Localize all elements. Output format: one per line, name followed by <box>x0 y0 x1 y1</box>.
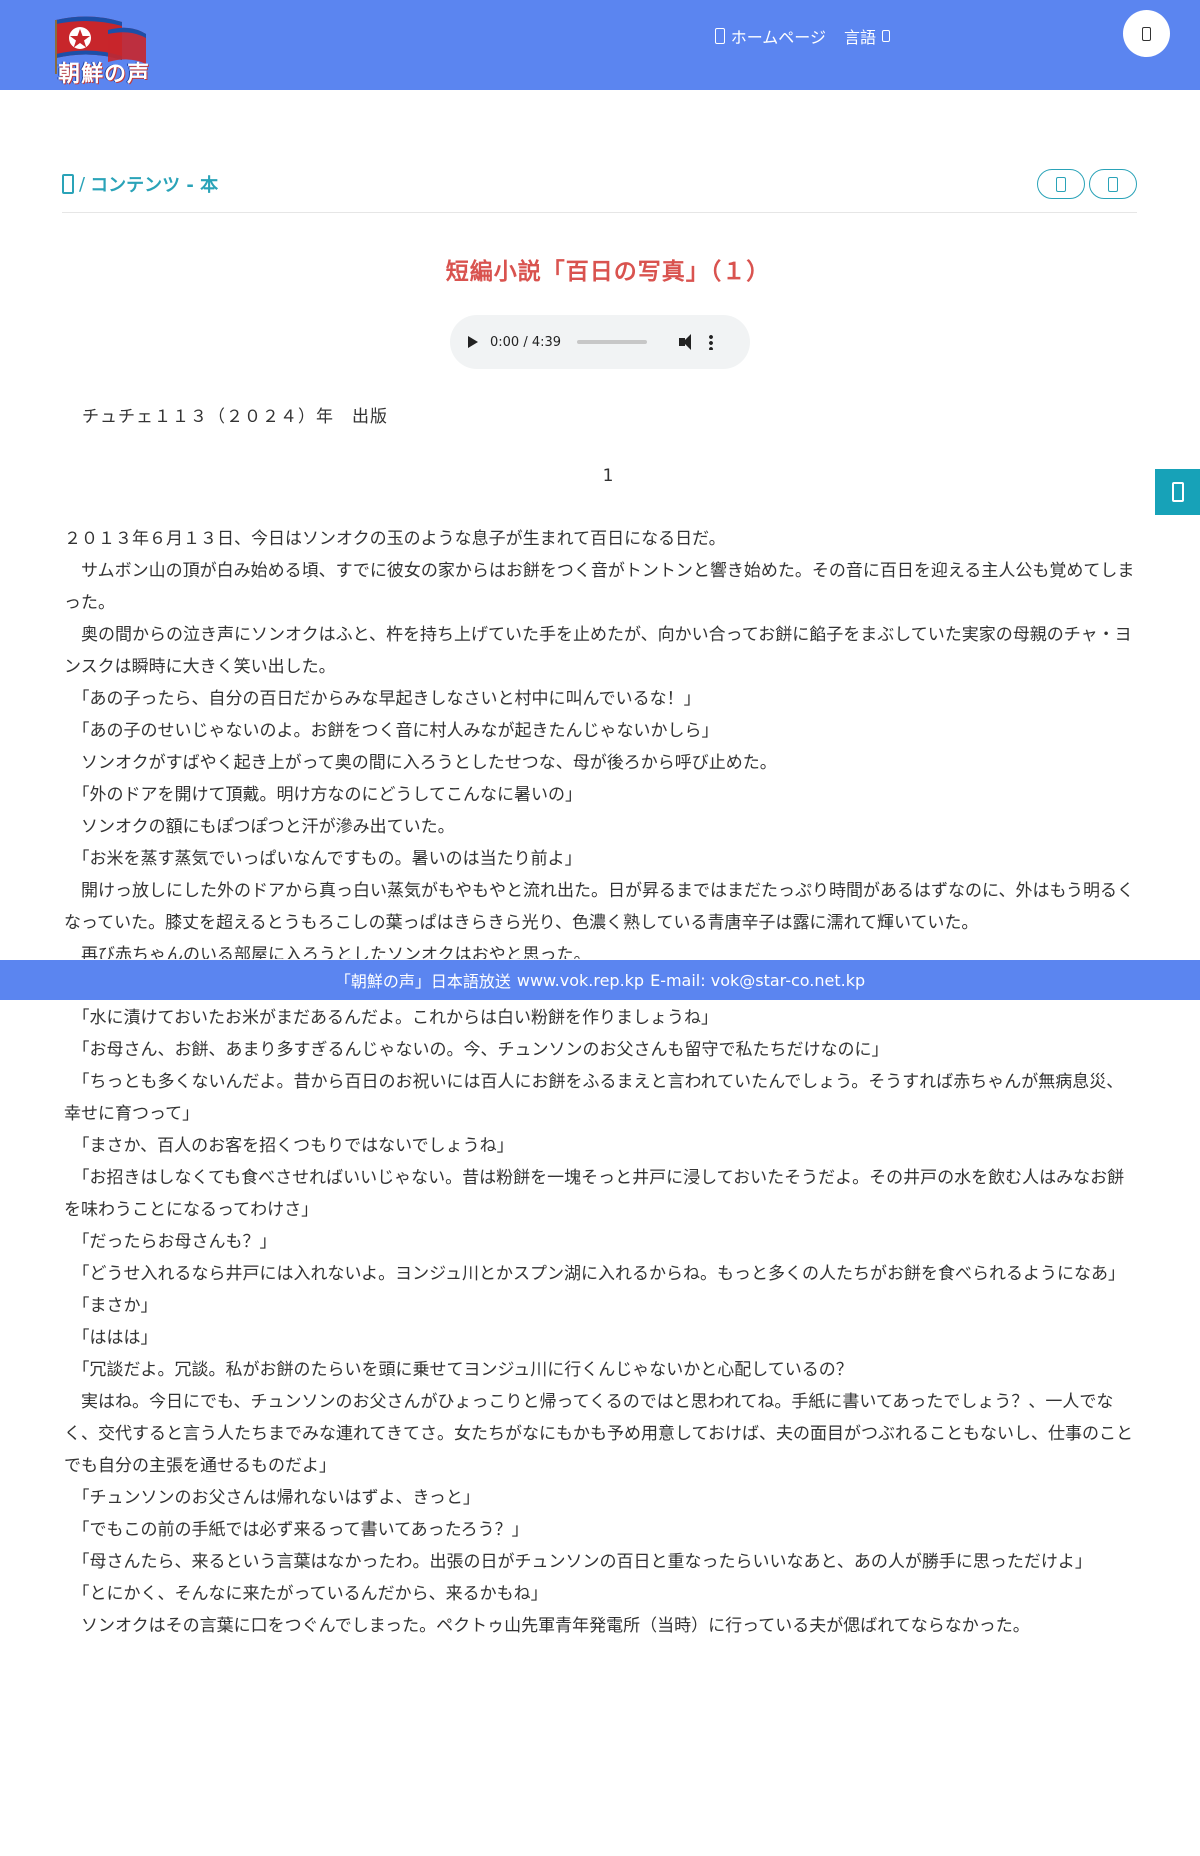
play-icon[interactable] <box>468 336 478 348</box>
body-paragraph: 奥の間からの泣き声にソンオクはふと、杵を持ち上げていた手を止めたが、向かい合って… <box>64 625 1132 677</box>
home-icon[interactable] <box>62 174 74 194</box>
body-paragraph: 「まさか、百人のお客を招くつもりではないでしょうね」 <box>64 1136 514 1156</box>
body-paragraph: ソンオクがすばやく起き上がって奥の間に入ろうとしたせつな、母が後ろから呼び止めた… <box>64 753 777 773</box>
body-paragraph: 「どうせ入れるなら井戸には入れないよ。ヨンジュ川とかスプン湖に入れるからね。もっ… <box>64 1264 1125 1284</box>
body-paragraph: サムボン山の頂が白み始める頃、すでに彼女の家からはお餅をつく音がトントンと響き始… <box>64 561 1135 613</box>
article-body-upper: ２０１３年６月１３日、今日はソンオクの玉のような息子が生まれて百日になる日だ。 … <box>64 523 1136 959</box>
audio-player[interactable]: 0:00 / 4:39 <box>450 315 750 369</box>
breadcrumb: / コンテンツ - 本 <box>62 171 218 197</box>
body-paragraph: 開けっ放しにした外のドアから真っ白い蒸気がもやもやと流れ出た。日が昇るまではまだ… <box>64 881 1134 933</box>
chapter-number: 1 <box>602 466 614 486</box>
previous-article-button[interactable] <box>1037 169 1085 199</box>
article-title: 短編小説「百日の写真」（１） <box>445 259 771 285</box>
logo-text: 朝鮮の声 <box>58 61 151 87</box>
body-paragraph: 「冗談だよ。冗談。私がお餅のたらいを頭に乗せてヨンジュ川に行くんじゃないかと心配… <box>64 1360 853 1380</box>
body-paragraph: 「チュンソンのお父さんは帰れないはずよ、きっと」 <box>64 1488 480 1508</box>
article-body-lower: 「水に漬けておいたお米がまだあるんだよ。これからは白い粉餅を作りましょうね」 「… <box>64 1002 1136 1642</box>
body-paragraph: 「あの子のせいじゃないのよ。お餅をつく音に村人みなが起きたんじゃないかしら」 <box>64 721 719 741</box>
site-logo[interactable]: 朝鮮の声 <box>50 12 170 87</box>
body-paragraph: 「まさか」 <box>64 1296 158 1316</box>
nav-language-menu[interactable]: 言語 <box>844 24 890 48</box>
audio-seek-bar[interactable] <box>577 340 648 344</box>
body-paragraph: 「母さんたら、来るという言葉はなかったわ。出張の日がチュンソンの百日と重なったら… <box>64 1552 1092 1572</box>
body-paragraph: 再び赤ちゃんのいる部屋に入ろうとしたソンオクはおやと思った。 <box>64 945 591 959</box>
article-pager <box>1037 169 1137 199</box>
footer-bar: 「朝鮮の声」日本語放送 www.vok.rep.kp E-mail: vok@s… <box>0 960 1200 1000</box>
body-paragraph: ソンオクはその言葉に口をつぐんでしまった。ペクトゥ山先軍青年発電所（当時）に行っ… <box>64 1616 1030 1636</box>
chevron-right-icon <box>1108 176 1118 192</box>
body-paragraph: 「外のドアを開けて頂戴。明け方なのにどうしてこんなに暑いの」 <box>64 785 582 805</box>
body-paragraph: 「でもこの前の手紙では必ず来るって書いてあったろう？」 <box>64 1520 529 1540</box>
body-paragraph: 「お母さん、お餅、あまり多すぎるんじゃないの。今、チュンソンのお父さんも留守で私… <box>64 1040 889 1060</box>
body-paragraph: 「ははは」 <box>64 1328 158 1348</box>
more-options-icon[interactable] <box>709 334 714 350</box>
footer-site-link[interactable]: www.vok.rep.kp <box>517 971 644 990</box>
home-icon <box>714 28 725 44</box>
body-paragraph: ソンオクの額にもぽつぽつと汗が滲み出ていた。 <box>64 817 455 837</box>
body-paragraph: 「とにかく、そんなに来たがっているんだから、来るかもね」 <box>64 1584 548 1604</box>
user-menu-button[interactable] <box>1123 10 1170 57</box>
body-paragraph: 実はね。今日にでも、チュンソンのお父さんがひょっこりと帰ってくるのではと思われて… <box>64 1392 1133 1476</box>
nav-home-link[interactable]: ホームページ <box>714 24 826 48</box>
article-body-upper-viewport: ２０１３年６月１３日、今日はソンオクの玉のような息子が生まれて百日になる日だ。 … <box>0 523 1200 959</box>
body-paragraph: 「水に漬けておいたお米がまだあるんだよ。これからは白い粉餅を作りましょうね」 <box>64 1008 718 1028</box>
body-paragraph: 「ちっとも多くないんだよ。昔から百日のお祝いには百人にお餅をふるまえと言われてい… <box>64 1072 1124 1124</box>
breadcrumb-bar: / コンテンツ - 本 <box>62 165 1137 213</box>
chevron-down-icon <box>882 30 890 42</box>
side-panel-toggle[interactable] <box>1155 469 1200 515</box>
nav-home-label: ホームページ <box>730 28 826 47</box>
nav-language-label: 言語 <box>843 28 876 47</box>
body-paragraph: 「あの子ったら、自分の百日だからみな早起きしなさいと村中に叫んでいるな！」 <box>64 689 701 709</box>
next-article-button[interactable] <box>1089 169 1137 199</box>
body-paragraph: 「お招きはしなくても食べさせればいいじゃない。昔は粉餅を一塊そっと井戸に浸してお… <box>64 1168 1125 1220</box>
chevron-left-icon <box>1056 176 1066 192</box>
audio-time: 0:00 / 4:39 <box>490 334 562 350</box>
body-paragraph: ２０１３年６月１３日、今日はソンオクの玉のような息子が生まれて百日になる日だ。 <box>64 529 726 549</box>
volume-icon[interactable] <box>679 334 697 350</box>
share-icon <box>1171 482 1184 502</box>
breadcrumb-separator: / <box>79 173 86 195</box>
body-paragraph: 「お米を蒸す蒸気でいっぱいなんですもの。暑いのは当たり前よ」 <box>64 849 582 869</box>
footer-broadcast: 「朝鮮の声」日本語放送 <box>334 972 511 991</box>
header-nav: ホームページ 言語 <box>714 24 890 48</box>
footer-email[interactable]: E-mail: vok@star-co.net.kp <box>650 971 865 990</box>
publication-line: チュチェ１１３（２０２４）年 出版 <box>82 407 388 427</box>
breadcrumb-section[interactable]: コンテンツ - 本 <box>90 171 218 197</box>
body-paragraph: 「だったらお母さんも？」 <box>64 1232 277 1252</box>
user-icon <box>1142 26 1151 41</box>
site-header: 朝鮮の声 ホームページ 言語 <box>0 0 1200 90</box>
